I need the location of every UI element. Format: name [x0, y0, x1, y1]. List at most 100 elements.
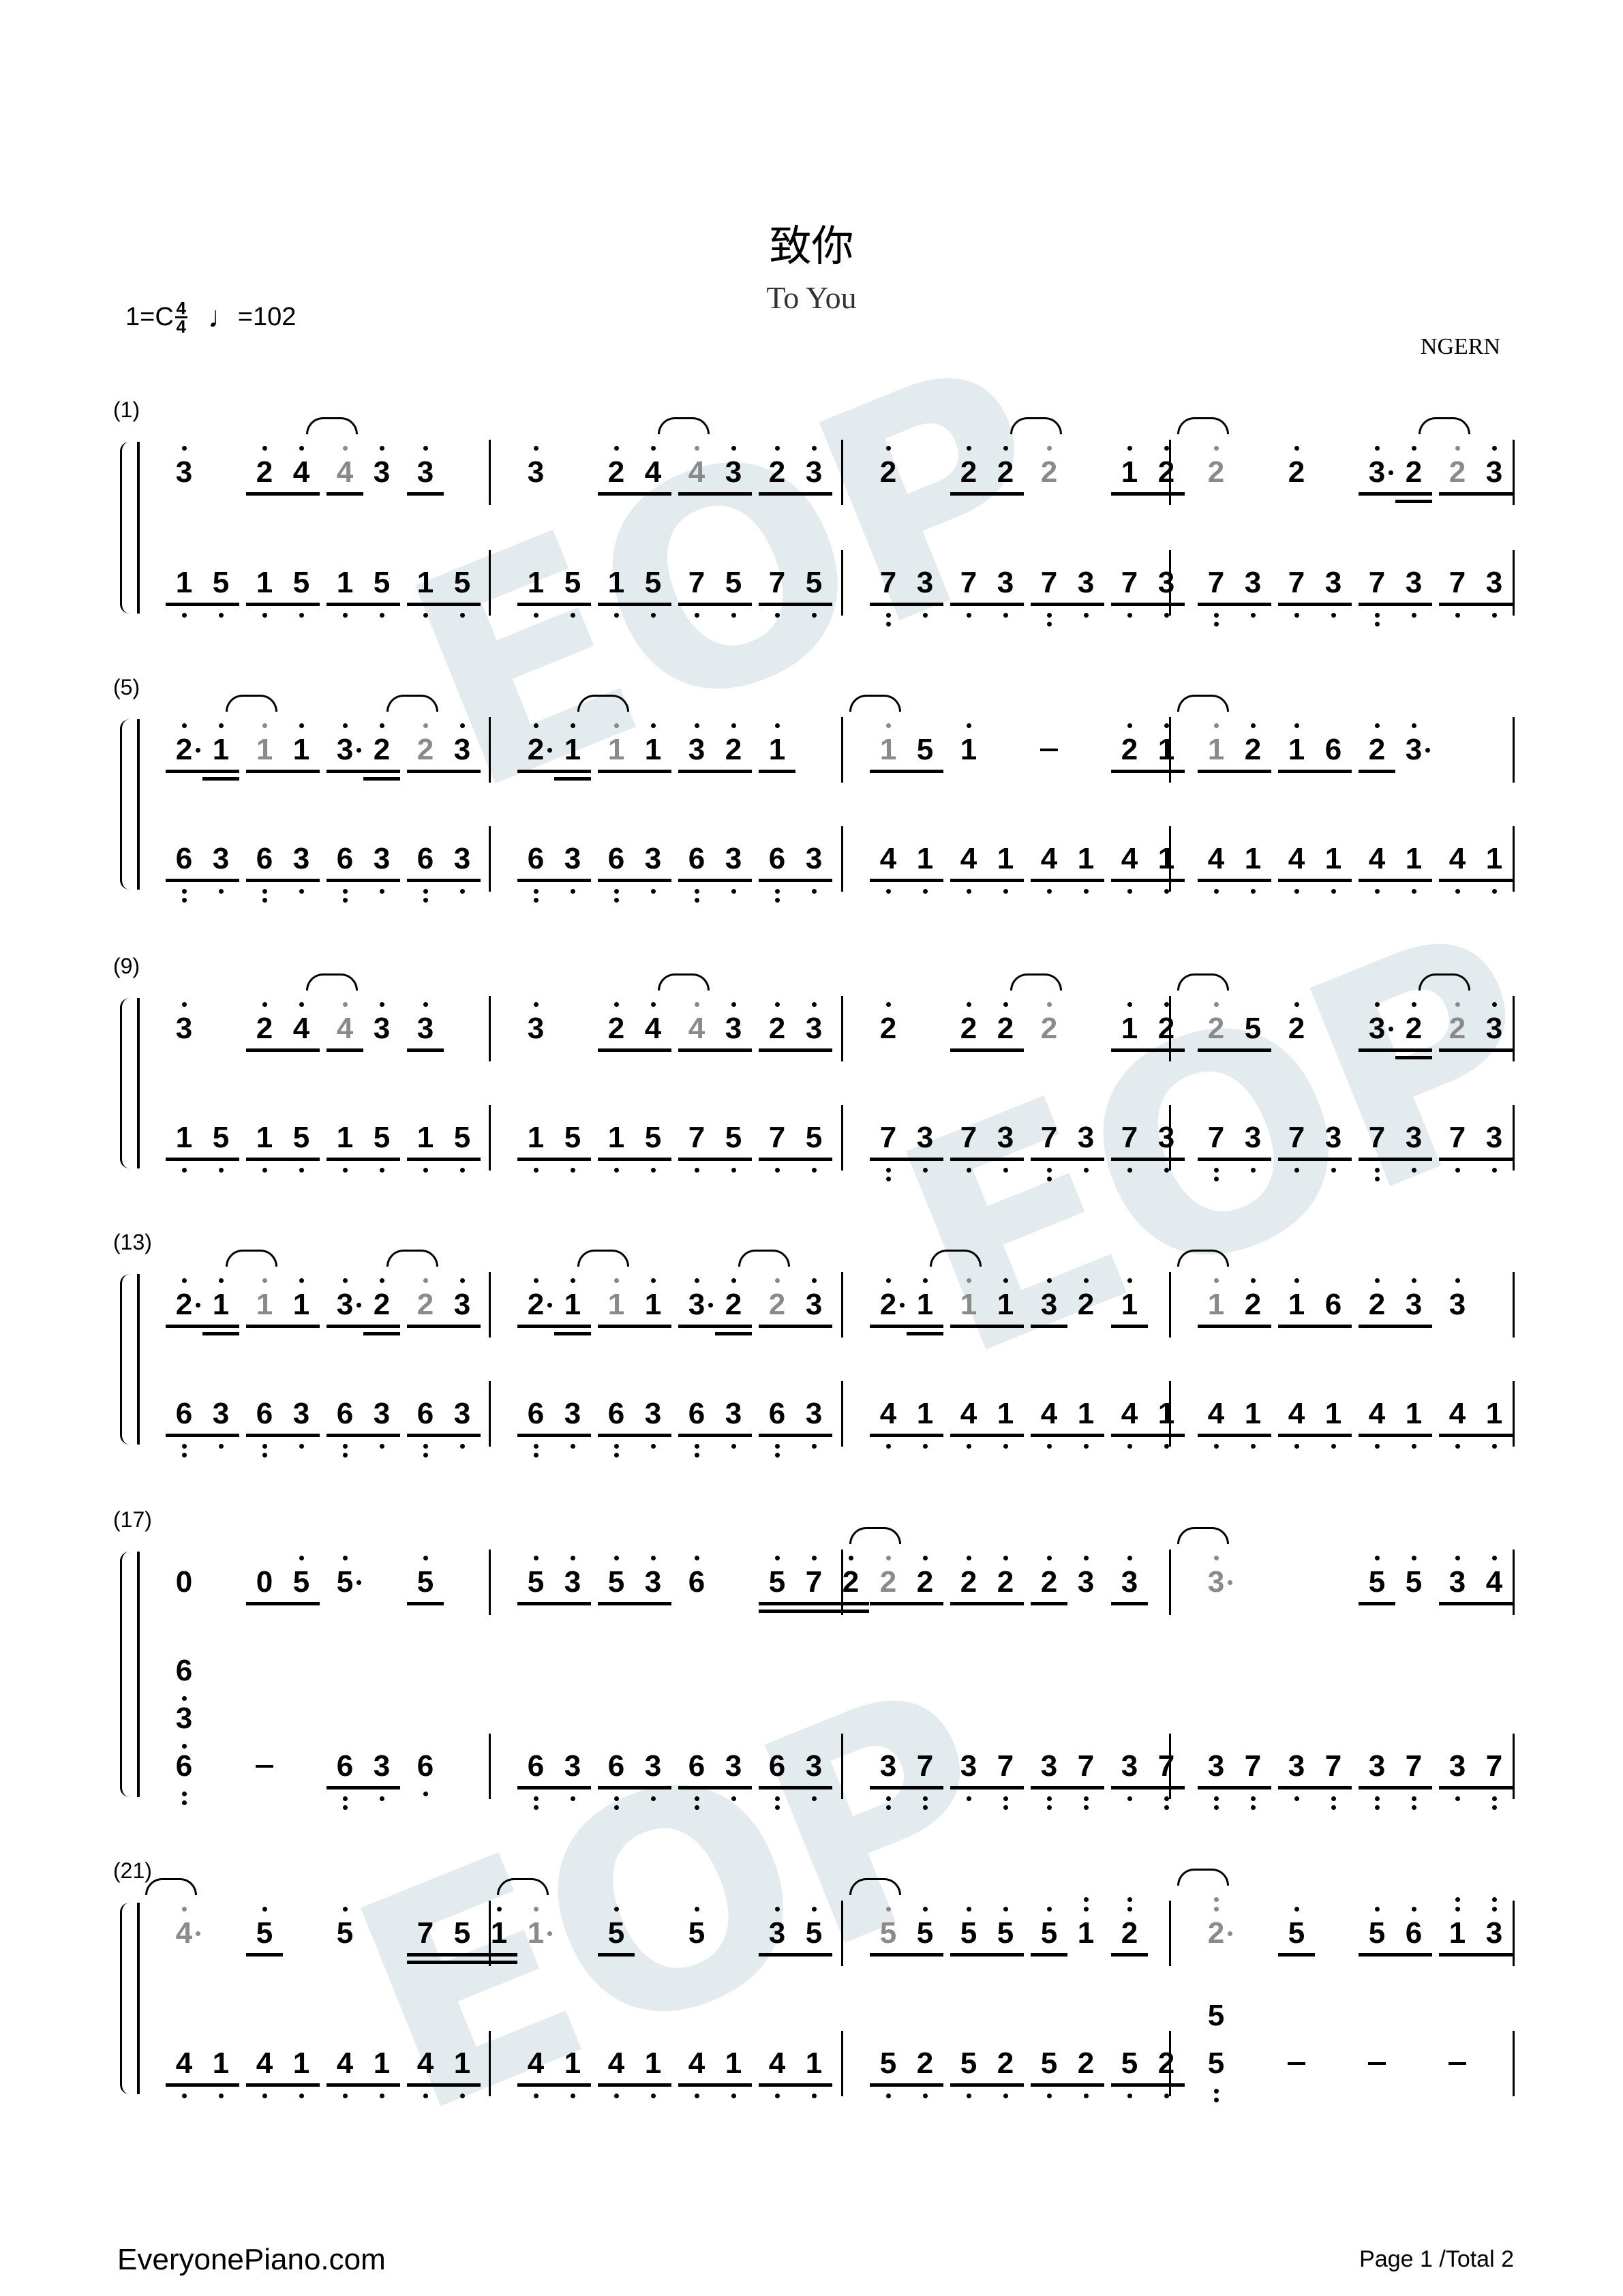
note: 1: [226, 695, 283, 773]
low-octave-dot: [343, 1168, 348, 1173]
beam-underline: [363, 603, 400, 606]
high-octave-dot: [923, 1556, 928, 1560]
note-digit: 2: [373, 1288, 391, 1321]
note-digit: 1: [1077, 842, 1095, 875]
note-digit: 1: [1448, 1916, 1466, 1950]
beam-underline: [246, 770, 283, 773]
barline: [841, 826, 843, 892]
note-digit: 5: [212, 566, 230, 599]
beam-underline: [1148, 492, 1185, 496]
beam-underline: [166, 770, 202, 773]
low-octave-dot: [1455, 1444, 1460, 1449]
note: 3: [795, 446, 832, 496]
note: 2: [363, 1278, 400, 1335]
note: 3: [1395, 1121, 1432, 1173]
low-octave-dot: [967, 613, 971, 618]
low-octave-dot: [571, 2094, 575, 2098]
time-bottom: 4: [176, 316, 187, 337]
note-digit: 3: [1121, 1749, 1138, 1783]
beam-underline: [1359, 1158, 1395, 1161]
note: 5: [598, 1556, 635, 1605]
beam-underline: [832, 1610, 869, 1613]
low-octave-dot: [460, 1444, 465, 1449]
note-digit: 6: [768, 842, 786, 875]
note: 6: [327, 842, 363, 903]
low-octave-dot: [1047, 1168, 1052, 1173]
note: 7: [759, 1121, 795, 1173]
note-digit: 7: [1288, 566, 1305, 599]
note: 1: [246, 566, 283, 618]
note-digit: 5: [644, 1121, 662, 1154]
note-digit: 5: [916, 733, 934, 766]
low-octave-dot: [1047, 1805, 1052, 1810]
low-octave-dot: [775, 1796, 780, 1801]
note: 5: [715, 566, 752, 618]
beam-underline: [598, 1048, 635, 1052]
tie-arc: [930, 1250, 982, 1267]
beam-underline: [481, 1953, 517, 1957]
note: 4: [950, 842, 987, 894]
beam-underline: [444, 770, 481, 773]
low-octave-dot: [299, 2094, 304, 2098]
note: 1: [795, 2046, 832, 2098]
note-digit: 1: [879, 733, 897, 766]
beam-underline: [1395, 603, 1432, 606]
barline: [1513, 826, 1515, 892]
note-digit: 2: [725, 733, 742, 766]
note: 1: [1439, 1897, 1476, 1957]
note: 7: [1278, 566, 1315, 618]
beam-underline: [327, 1786, 363, 1789]
beam-underline: [1395, 1434, 1432, 1437]
low-octave-dot: [1084, 613, 1089, 618]
note-digit: 2: [256, 455, 273, 489]
low-octave-dot: [812, 1444, 817, 1449]
note: 4: [598, 2046, 635, 2098]
low-octave-dot: [614, 1453, 619, 1457]
note-digit: 4: [768, 2046, 786, 2080]
beam-underline: [987, 1048, 1024, 1052]
beam-underline: [1315, 1434, 1352, 1437]
low-octave-dot: [923, 1805, 928, 1810]
high-octave-dot: [262, 1907, 267, 1912]
low-octave-dot: [534, 1796, 539, 1801]
beam-underline: [1476, 603, 1513, 606]
note-digit: 6: [527, 1397, 545, 1430]
note: 3: [444, 723, 481, 773]
low-octave-dot: [1294, 889, 1299, 894]
note-digit: 3: [527, 1012, 545, 1045]
note-digit: 7: [1288, 1121, 1305, 1154]
note-digit: 2: [1077, 2046, 1095, 2080]
note-digit: 1: [416, 566, 434, 599]
note: 2: [598, 1002, 635, 1052]
note: 4: [166, 2046, 202, 2098]
note-digit: 3: [1448, 1749, 1466, 1783]
beam-underline: [517, 770, 554, 773]
beam-underline: [678, 1158, 715, 1161]
low-octave-dot: [731, 1168, 736, 1173]
beam-underline: [1031, 1953, 1067, 1957]
note: 5: [554, 566, 591, 618]
note-digit: 1: [805, 2046, 823, 2080]
low-octave-dot: [423, 1453, 428, 1457]
low-octave-dot: [651, 2094, 656, 2098]
beam-underline: [1234, 1786, 1271, 1789]
note-digit: 4: [1448, 1397, 1466, 1430]
note-digit: 6: [416, 1397, 434, 1430]
note-digit: 1: [292, 2046, 310, 2080]
high-octave-dot: [886, 1907, 891, 1912]
note: 7: [678, 566, 715, 618]
note-digit: 5: [768, 1565, 786, 1599]
augmentation-dot: [357, 1580, 361, 1585]
low-octave-dot: [1084, 1805, 1089, 1810]
high-octave-dot: [614, 723, 619, 728]
note: 5: [907, 733, 943, 773]
tie-arc: [849, 1878, 901, 1895]
high-octave-dot: [380, 446, 384, 451]
note: 1: [907, 1278, 943, 1335]
barline: [489, 1272, 491, 1338]
note-digit: 3: [805, 1749, 823, 1783]
note-digit: 3: [1485, 455, 1503, 489]
note-digit: 2: [1207, 455, 1225, 489]
low-octave-dot: [1251, 1168, 1256, 1173]
note: 6: [678, 1749, 715, 1810]
